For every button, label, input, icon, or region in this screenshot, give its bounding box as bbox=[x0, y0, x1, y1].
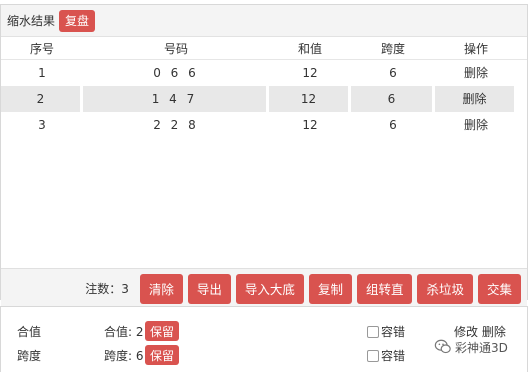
watermark-text: 彩神通3D bbox=[455, 340, 508, 355]
checkbox-icon[interactable] bbox=[367, 325, 379, 338]
group-to-direct-button[interactable]: 组转直 bbox=[356, 273, 413, 304]
condition-value: 合值: 2 bbox=[104, 325, 144, 339]
delete-row-link[interactable]: 删除 bbox=[435, 60, 517, 86]
table-row[interactable]: 3 2 2 8 12 6 删除 bbox=[1, 112, 527, 138]
keep-button[interactable]: 保留 bbox=[145, 345, 180, 365]
header-index: 序号 bbox=[29, 41, 54, 56]
condition-label: 合值 bbox=[17, 325, 42, 339]
table-row[interactable]: 1 0 6 6 12 6 删除 bbox=[1, 60, 527, 86]
count-label: 注数：3 bbox=[85, 282, 129, 296]
header-span: 跨度 bbox=[380, 41, 405, 56]
row-number: 0 6 6 bbox=[153, 66, 199, 80]
table-row[interactable]: 2 1 4 7 12 6 删除 bbox=[1, 86, 527, 112]
result-panel-header: 缩水结果 复盘 bbox=[1, 5, 527, 37]
intersect-button[interactable]: 交集 bbox=[477, 273, 521, 304]
clear-button[interactable]: 清除 bbox=[139, 273, 183, 304]
header-sum: 和值 bbox=[297, 41, 322, 56]
header-action: 操作 bbox=[463, 41, 488, 56]
row-span: 6 bbox=[389, 66, 397, 80]
tolerance-label: 容错 bbox=[381, 325, 406, 339]
header-number: 号码 bbox=[163, 41, 188, 56]
filter-junk-button[interactable]: 杀垃圾 bbox=[417, 273, 473, 304]
result-panel: 缩水结果 复盘 序号 号码 和值 跨度 操作 1 0 6 6 12 6 删除 2… bbox=[0, 4, 528, 308]
row-index: 1 bbox=[38, 66, 46, 80]
row-number: 1 4 7 bbox=[83, 86, 269, 112]
result-toolbar: 注数：3 清除 导出 导入大底 复制 组转直 杀垃圾 交集 bbox=[1, 268, 527, 308]
condition-value: 跨度: 6 bbox=[104, 349, 144, 363]
row-number: 2 2 8 bbox=[153, 118, 199, 132]
result-table: 序号 号码 和值 跨度 操作 1 0 6 6 12 6 删除 2 1 4 7 1… bbox=[1, 37, 527, 138]
copy-button[interactable]: 复制 bbox=[308, 273, 352, 304]
row-sum: 12 bbox=[302, 118, 318, 132]
row-span: 6 bbox=[389, 118, 397, 132]
import-base-button[interactable]: 导入大底 bbox=[235, 273, 304, 304]
checkbox-icon[interactable] bbox=[367, 349, 379, 362]
condition-label: 跨度 bbox=[17, 349, 42, 363]
tolerance-label: 容错 bbox=[381, 349, 406, 363]
row-sum: 12 bbox=[302, 66, 318, 80]
wechat-icon bbox=[434, 339, 451, 354]
row-span: 6 bbox=[351, 86, 435, 112]
row-index: 2 bbox=[1, 86, 83, 112]
tolerance-checkbox[interactable]: 容错 bbox=[367, 347, 405, 364]
watermark: 彩神通3D bbox=[434, 338, 508, 356]
export-button[interactable]: 导出 bbox=[187, 273, 231, 304]
row-sum: 12 bbox=[269, 86, 351, 112]
panel-title: 缩水结果 bbox=[7, 14, 56, 28]
delete-row-link[interactable]: 删除 bbox=[435, 86, 517, 112]
table-header: 序号 号码 和值 跨度 操作 bbox=[1, 37, 527, 60]
tolerance-checkbox[interactable]: 容错 bbox=[367, 323, 405, 340]
keep-button[interactable]: 保留 bbox=[145, 321, 180, 341]
review-button[interactable]: 复盘 bbox=[59, 9, 96, 32]
row-index: 3 bbox=[38, 118, 46, 132]
delete-row-link[interactable]: 删除 bbox=[435, 112, 517, 138]
